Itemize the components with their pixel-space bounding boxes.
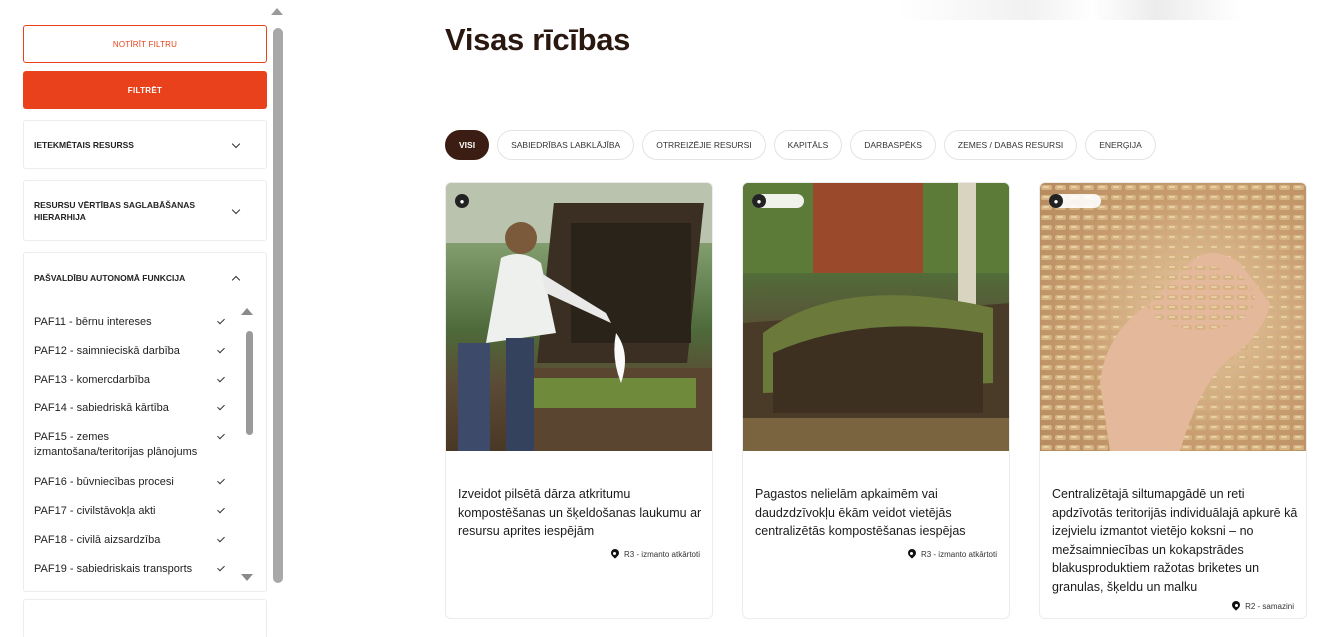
card-tag: R3 - izmanto atkārtoti <box>611 549 700 559</box>
option-label: PAF15 - zemes izmantošana/teritorijas pl… <box>34 431 198 458</box>
action-card[interactable]: ● Centralizētajā siltumapgādē un reti ap… <box>1039 182 1307 619</box>
map-pin-icon <box>908 549 916 559</box>
option-item[interactable]: PAF12 - saimnieciskā darbība <box>24 344 236 359</box>
sidebar-scrollbar-thumb[interactable] <box>273 28 283 583</box>
option-label: PAF18 - civilā aizsardzība <box>34 534 161 546</box>
card-title: Pagastos nelielām apkaimēm vai daudzdzīv… <box>755 487 966 538</box>
card-tag-label: R2 - samazini <box>1245 601 1294 611</box>
card-image: ● <box>743 183 1009 451</box>
accordion-header[interactable]: PAŠVALDĪBU AUTONOMĀ FUNKCIJA <box>24 253 266 303</box>
composting-woman-illustration <box>446 183 712 451</box>
option-label: PAF17 - civilstāvokļa akti <box>34 505 156 517</box>
accordion-label: RESURSU VĒRTĪBAS SAGLABĀŠANAS HIERARHIJA <box>34 199 196 222</box>
action-card[interactable]: ● Izveidot pilsētā dārza atkritumu kompo… <box>445 182 713 619</box>
option-item[interactable]: PAF15 - zemes izmantošana/teritorijas pl… <box>24 430 236 460</box>
compost-heap-illustration <box>743 183 1009 451</box>
action-card[interactable]: ● Pagastos nelielām apkaimēm vai daudzdz… <box>742 182 1010 619</box>
card-tag: R3 - izmanto atkārtoti <box>908 549 997 559</box>
sidebar-scroll-up-icon[interactable] <box>271 8 283 15</box>
category-tabs: VISI SABIEDRĪBAS LABKLĀJĪBA OTRREIZĒJIE … <box>445 130 1156 160</box>
header-decoration <box>898 0 1328 20</box>
filter-button[interactable]: FILTRĒT <box>23 71 267 109</box>
list-scroll-down-icon[interactable] <box>241 574 253 581</box>
tab-energy[interactable]: ENERĢIJA <box>1085 130 1156 160</box>
accordion-value-hierarchy[interactable]: RESURSU VĒRTĪBAS SAGLABĀŠANAS HIERARHIJA <box>23 180 267 241</box>
check-icon[interactable] <box>216 432 226 442</box>
page-title: Visas rīcības <box>445 22 631 57</box>
filter-sidebar: NOTĪRĪT FILTRU FILTRĒT IETEKMĒTAIS RESUR… <box>0 0 290 637</box>
hand-icon: ● <box>1049 194 1063 208</box>
option-label: PAF12 - saimnieciskā darbība <box>34 345 180 357</box>
tab-all[interactable]: VISI <box>445 130 490 160</box>
option-item[interactable]: PAF13 - komercdarbība <box>24 373 236 388</box>
map-pin-icon <box>611 549 619 559</box>
option-label: PAF16 - būvniecības procesi <box>34 476 174 488</box>
option-label: PAF19 - sabiedriskais transports <box>34 563 193 575</box>
option-item[interactable]: PAF16 - būvniecības procesi <box>24 475 236 490</box>
check-icon[interactable] <box>216 403 226 413</box>
list-scrollbar-thumb[interactable] <box>246 331 253 435</box>
option-item[interactable]: PAF19 - sabiedriskais transports <box>24 562 236 577</box>
option-item[interactable]: PAF14 - sabiedriskā kārtība <box>24 401 236 416</box>
tab-labor[interactable]: DARBASPĒKS <box>850 130 936 160</box>
accordion-label: IETEKMĒTAIS RESURSS <box>34 139 134 150</box>
option-label: PAF11 - bērnu intereses <box>34 316 152 328</box>
wood-pellets-hand-illustration <box>1040 183 1306 451</box>
option-item[interactable]: PAF11 - bērnu intereses <box>24 315 236 330</box>
list-scroll-up-icon[interactable] <box>241 308 253 315</box>
accordion-label: PAŠVALDĪBU AUTONOMĀ FUNKCIJA <box>34 273 186 283</box>
check-icon[interactable] <box>216 317 226 327</box>
option-label: PAF13 - komercdarbība <box>34 374 150 386</box>
accordion-affected-resource[interactable]: IETEKMĒTAIS RESURSS <box>23 120 267 169</box>
tab-secondary-resources[interactable]: OTRREIZĒJIE RESURSI <box>642 130 766 160</box>
chevron-down-icon <box>232 207 240 215</box>
card-title: Izveidot pilsētā dārza atkritumu kompost… <box>458 487 702 538</box>
check-icon[interactable] <box>216 346 226 356</box>
card-title: Centralizētajā siltumapgādē un reti apdz… <box>1052 487 1298 594</box>
hand-icon: ● <box>455 194 469 208</box>
tab-capital[interactable]: KAPITĀLS <box>773 130 843 160</box>
option-item[interactable]: PAF18 - civilā aizsardzība <box>24 533 236 548</box>
card-tag-label: R3 - izmanto atkārtoti <box>920 549 997 559</box>
card-image: ● <box>1040 183 1306 451</box>
check-icon[interactable] <box>216 535 226 545</box>
accordion-header[interactable]: RESURSU VĒRTĪBAS SAGLABĀŠANAS HIERARHIJA <box>24 181 266 240</box>
check-icon[interactable] <box>216 477 226 487</box>
card-tag-label: R3 - izmanto atkārtoti <box>623 549 700 559</box>
card-image: ● <box>446 183 712 451</box>
tab-social-welfare[interactable]: SABIEDRĪBAS LABKLĀJĪBA <box>497 130 635 160</box>
tab-land-natural-resources[interactable]: ZEMES / DABAS RESURSI <box>943 130 1078 160</box>
hand-icon: ● <box>752 194 766 208</box>
accordion-municipal-function[interactable]: PAŠVALDĪBU AUTONOMĀ FUNKCIJA PAF11 - bēr… <box>23 252 267 592</box>
chevron-up-icon <box>232 274 240 282</box>
page: NOTĪRĪT FILTRU FILTRĒT IETEKMĒTAIS RESUR… <box>0 0 1328 637</box>
accordion-header[interactable]: IETEKMĒTAIS RESURSS <box>24 121 266 168</box>
chevron-down-icon <box>232 141 240 149</box>
option-item[interactable]: PAF17 - civilstāvokļa akti <box>24 504 236 519</box>
check-icon[interactable] <box>216 506 226 516</box>
check-icon[interactable] <box>216 564 226 574</box>
clear-filter-button[interactable]: NOTĪRĪT FILTRU <box>23 25 267 63</box>
card-tag: R2 - samazini <box>1232 601 1294 611</box>
map-pin-icon <box>1232 601 1240 611</box>
check-icon[interactable] <box>216 375 226 385</box>
accordion-collapsed-next[interactable] <box>23 599 267 637</box>
option-label: PAF14 - sabiedriskā kārtība <box>34 402 169 414</box>
